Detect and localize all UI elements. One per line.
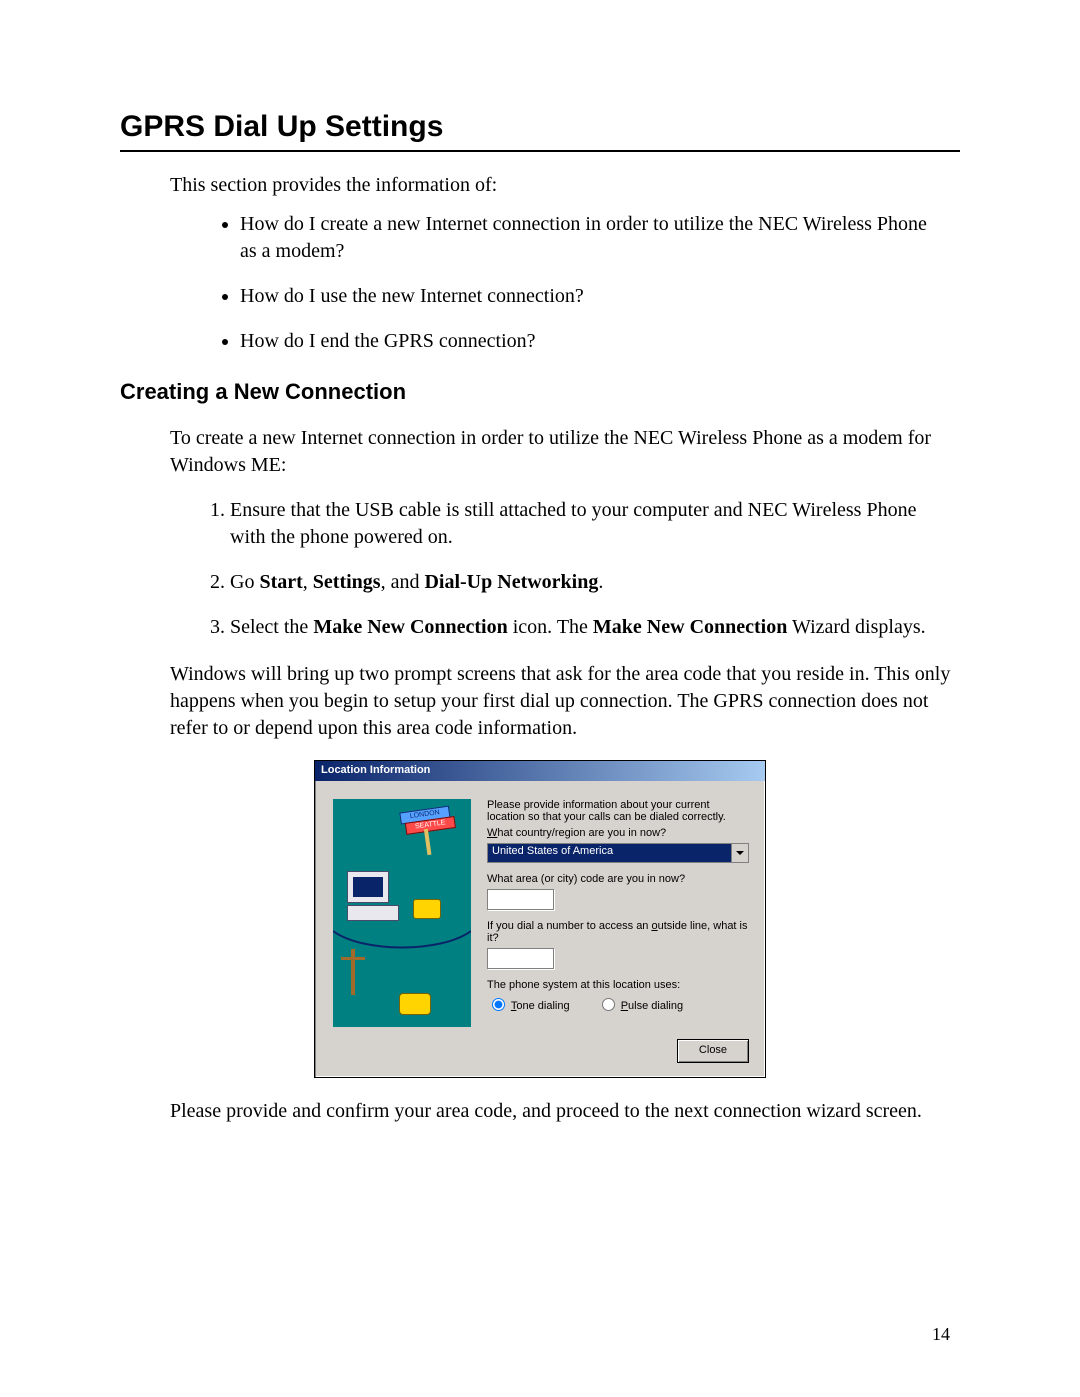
numbered-steps: Ensure that the USB cable is still attac… (120, 497, 960, 641)
pulse-dialing-radio-input[interactable] (602, 998, 615, 1011)
computer-icon (347, 871, 401, 919)
step-2: Go Start, Settings, and Dial-Up Networki… (230, 569, 960, 596)
dropdown-arrow-icon[interactable] (731, 844, 748, 862)
document-page: GPRS Dial Up Settings This section provi… (0, 0, 1080, 1397)
tone-label: one dialing (516, 1000, 569, 1012)
bullet-item: How do I create a new Internet connectio… (240, 211, 960, 265)
mid-paragraph: Windows will bring up two prompt screens… (170, 661, 960, 742)
country-select-value: United States of America (492, 845, 613, 857)
hotkey-underline: P (621, 1000, 628, 1012)
location-information-dialog: Location Information LONDON SEATTLE (314, 760, 766, 1078)
section-intro: To create a new Internet connection in o… (170, 425, 960, 479)
page-number: 14 (932, 1324, 950, 1345)
outside-line-input[interactable] (487, 948, 554, 969)
intro-text: This section provides the information of… (170, 172, 960, 199)
step-3: Select the Make New Connection icon. The… (230, 614, 960, 641)
step-2-text: Go (230, 571, 259, 593)
hotkey-underline: C (699, 1044, 707, 1056)
step-2-text: , (303, 571, 313, 593)
country-select[interactable]: United States of America (487, 843, 749, 863)
sign-post (424, 829, 432, 855)
area-code-input[interactable] (487, 889, 554, 910)
area-code-question: What area (or city) code are you in now? (487, 873, 749, 885)
step-3-text: Select the (230, 616, 313, 638)
section-heading: Creating a New Connection (120, 379, 960, 405)
after-dialog-text: Please provide and confirm your area cod… (170, 1098, 960, 1125)
phone-system-label: The phone system at this location uses: (487, 979, 749, 991)
country-question: What country/region are you in now? (487, 827, 749, 839)
step-3-text: icon. The (508, 616, 593, 638)
phone-system-radios: Tone dialing Pulse dialing (487, 995, 749, 1012)
intro-bullets: How do I create a new Internet connectio… (120, 211, 960, 355)
step-2-bold-settings: Settings (313, 571, 381, 593)
title-rule (120, 150, 960, 152)
dialog-titlebar: Location Information (315, 761, 765, 781)
step-3-text: Wizard displays. (787, 616, 925, 638)
step-1: Ensure that the USB cable is still attac… (230, 497, 960, 551)
bullet-item: How do I use the new Internet connection… (240, 283, 960, 310)
dialog-form: Please provide information about your cu… (487, 799, 749, 1027)
bullet-item: How do I end the GPRS connection? (240, 328, 960, 355)
step-2-bold-dun: Dial-Up Networking (424, 571, 598, 593)
outside-line-text: If you dial a number to access an (487, 920, 651, 932)
outside-line-question: If you dial a number to access an outsid… (487, 920, 749, 944)
step-2-bold-start: Start (259, 571, 302, 593)
pulse-dialing-radio[interactable]: Pulse dialing (597, 1000, 683, 1012)
step-2-text: , and (381, 571, 425, 593)
hotkey-underline: W (487, 827, 497, 839)
close-button[interactable]: Close (677, 1039, 749, 1063)
country-question-text: hat country/region are you in now? (497, 827, 666, 839)
dialog-body: LONDON SEATTLE (315, 781, 765, 1033)
dialog-illustration: LONDON SEATTLE (333, 799, 471, 1027)
step-3-bold-1: Make New Connection (313, 616, 507, 638)
step-3-bold-2: Make New Connection (593, 616, 787, 638)
pulse-label: ulse dialing (628, 1000, 683, 1012)
dialog-intro-text: Please provide information about your cu… (487, 799, 749, 823)
signpost-icon: LONDON SEATTLE (399, 806, 452, 841)
phone-icon (413, 899, 441, 919)
page-title: GPRS Dial Up Settings (120, 110, 960, 144)
dialog-button-row: Close (315, 1033, 765, 1077)
tone-dialing-radio-input[interactable] (492, 998, 505, 1011)
telephone-pole-icon (351, 949, 355, 995)
close-label: lose (707, 1044, 727, 1056)
screenshot-container: Location Information LONDON SEATTLE (120, 760, 960, 1078)
phone-icon (399, 993, 431, 1015)
step-2-text: . (598, 571, 603, 593)
tone-dialing-radio[interactable]: Tone dialing (487, 1000, 573, 1012)
